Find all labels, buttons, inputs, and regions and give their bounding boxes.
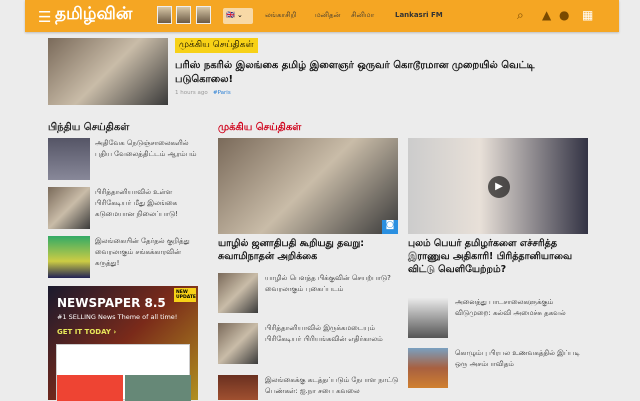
latest-item[interactable]: இலங்கையின் தேர்தல் குறித்து வைரலாகும் சங… bbox=[95, 236, 205, 269]
main-lead-title[interactable]: யாழில் ஜனாதிபதி கூறியது தவறு: சுவாமிநாதன… bbox=[218, 237, 398, 263]
top-story-title[interactable]: பரிஸ் நகரில் இலங்கை தமிழ் இளைஞர் ஒருவர் … bbox=[175, 59, 575, 87]
nav-manithan[interactable]: மனிதன் bbox=[315, 11, 340, 20]
nav-lankasri[interactable]: லங்காசிறி bbox=[265, 11, 297, 20]
ad-preview-block bbox=[57, 375, 123, 401]
latest-item[interactable]: பிரித்தானியாவில் உள்ள பிரிகேடியர் மீது இ… bbox=[95, 187, 205, 220]
ad-preview-image bbox=[56, 344, 191, 401]
right-item[interactable]: அனைத்து பாடசாலைகளுக்கும் விடுமுறை: கல்வி… bbox=[455, 297, 590, 319]
main-item[interactable]: இலங்கைக்கு கடத்தப்படும் நேபாள நாட்டு பெண… bbox=[265, 375, 400, 397]
main-thumb[interactable] bbox=[218, 323, 258, 364]
language-select[interactable]: 🇬🇧 ⌄ bbox=[223, 8, 253, 24]
main-thumb[interactable] bbox=[218, 273, 258, 313]
camera-icon: ◙ bbox=[382, 220, 398, 234]
avatar bbox=[196, 6, 211, 24]
top-story-badge: முக்கிய செய்திகள் bbox=[175, 38, 258, 53]
play-video-icon[interactable]: ▶ bbox=[488, 176, 510, 198]
ad-new-badge: NEW UPDATE bbox=[174, 288, 196, 302]
android-icon[interactable]: ▲ bbox=[542, 8, 551, 22]
top-story-image[interactable] bbox=[48, 38, 168, 105]
latest-item[interactable]: அதிவேக நெடுஞ்சாலைகளில் புதிய வேலைத்திட்ட… bbox=[95, 138, 205, 160]
main-thumb[interactable] bbox=[218, 375, 258, 400]
main-item[interactable]: யாழில் பௌத்த பிக்குவின் செயற்பாடு? வைரலா… bbox=[265, 273, 400, 295]
right-item[interactable]: கொழும்பு பிரபல உணவகத்தில் இப்படி ஒரு அசம… bbox=[455, 348, 590, 370]
right-thumb[interactable] bbox=[408, 348, 448, 388]
latest-news-heading: பிந்திய செய்திகள் bbox=[48, 122, 130, 133]
main-item[interactable]: பிரித்தானியாவில் இருக்கமடையும் பிரிகேடிய… bbox=[265, 323, 400, 345]
ad-subtitle: #1 SELLING News Theme of all time! bbox=[57, 313, 178, 321]
ad-cta[interactable]: GET IT TODAY › bbox=[57, 328, 116, 336]
right-lead-title[interactable]: புலம் பெயர் தமிழர்களை எச்சரித்த இராணுவ அ… bbox=[408, 237, 588, 276]
avatar bbox=[157, 6, 172, 24]
top-header: ☰ தமிழ்வின் 🇬🇧 ⌄ லங்காசிறி மனிதன் சினிமா… bbox=[25, 0, 619, 32]
main-lead-image[interactable]: ◙ bbox=[218, 138, 398, 234]
ad-title: NEWSPAPER 8.5 bbox=[57, 296, 166, 310]
latest-thumb[interactable] bbox=[48, 138, 90, 180]
apple-icon[interactable]: ● bbox=[559, 8, 569, 22]
top-story-time: 1 hours ago bbox=[175, 90, 208, 96]
latest-thumb[interactable] bbox=[48, 187, 90, 229]
nav-lankasri-fm[interactable]: Lankasri FM bbox=[395, 11, 443, 19]
right-lead-image[interactable]: ▶ bbox=[408, 138, 588, 234]
ad-preview-block bbox=[125, 375, 191, 401]
search-icon[interactable]: ⌕ bbox=[517, 8, 524, 23]
right-thumb[interactable] bbox=[408, 297, 448, 338]
hamburger-menu-icon[interactable]: ☰ bbox=[38, 8, 51, 26]
main-news-heading: முக்கிய செய்திகள் bbox=[218, 122, 302, 133]
latest-thumb[interactable] bbox=[48, 236, 90, 278]
newspaper-ad[interactable]: NEWSPAPER 8.5 #1 SELLING News Theme of a… bbox=[48, 286, 198, 401]
nav-cinema[interactable]: சினிமா bbox=[351, 11, 374, 20]
site-logo[interactable]: தமிழ்வின் bbox=[55, 4, 132, 26]
apps-grid-icon[interactable]: ▦ bbox=[582, 8, 593, 22]
top-story-tag[interactable]: #Paris bbox=[213, 90, 231, 96]
avatar bbox=[176, 6, 191, 24]
